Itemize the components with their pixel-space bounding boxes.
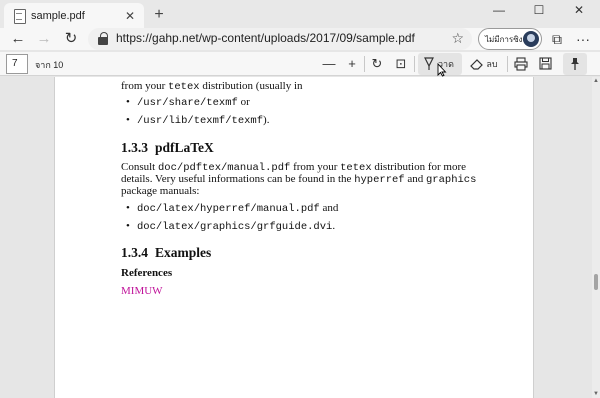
pdf-viewport[interactable]: from your tetex distribution (usually in… (0, 77, 600, 398)
list-item: /usr/share/texmf or (126, 96, 250, 110)
erase-label[interactable]: ลบ (486, 54, 498, 74)
section-title: pdfLaTeX (155, 140, 214, 155)
settings-menu-button[interactable]: ··· (573, 29, 593, 49)
close-window-button[interactable]: ✕ (559, 0, 599, 22)
navigation-bar: ← → ↻ https://gahp.net/wp-content/upload… (0, 28, 600, 50)
lock-icon[interactable] (98, 32, 110, 46)
code-text: /usr/lib/texmf/texmf (137, 115, 264, 127)
avatar (523, 31, 539, 47)
toolbar-divider (507, 56, 508, 72)
url-text[interactable]: https://gahp.net/wp-content/uploads/2017… (116, 31, 415, 45)
mouse-cursor-icon (437, 63, 447, 77)
code-text: graphics (426, 174, 477, 186)
text: from your (121, 80, 169, 92)
text: or (237, 96, 250, 108)
profile-button[interactable]: ไม่มีการซิงค์ (478, 28, 542, 50)
pdf-page: from your tetex distribution (usually in… (54, 77, 534, 398)
tab-strip: sample.pdf ✕ + — ☐ ✕ (0, 0, 600, 28)
list-item: doc/latex/hyperref/manual.pdf and (126, 202, 339, 216)
collections-icon[interactable]: ⧉ (547, 29, 567, 49)
pin-toolbar-button[interactable] (563, 53, 587, 75)
toolbar-divider (414, 56, 415, 72)
references-heading: References (121, 267, 173, 279)
section-number: 1.3.4 (121, 245, 148, 260)
section-heading: 1.3.4 Examples (121, 245, 212, 260)
zoom-in-button[interactable]: + (343, 54, 361, 74)
code-text: tetex (168, 81, 200, 93)
page-total-label: จาก 10 (35, 60, 64, 70)
scroll-up-arrow[interactable]: ▲ (592, 78, 600, 84)
vertical-scrollbar[interactable]: ▲ ▼ (592, 77, 600, 398)
toolbar-divider (364, 56, 365, 72)
scrollbar-thumb[interactable] (594, 274, 598, 290)
page-number-input[interactable]: 7 (6, 54, 28, 74)
text-line: package manuals: (121, 185, 200, 197)
text: . (332, 220, 336, 232)
text: from your (290, 161, 341, 173)
save-icon[interactable] (539, 57, 552, 70)
text: and (319, 202, 339, 214)
text: Consult (121, 161, 158, 173)
minimize-button[interactable]: — (479, 0, 519, 22)
text-line: from your tetex distribution (usually in (121, 80, 303, 94)
pdf-icon (13, 8, 26, 24)
sync-status-label: ไม่มีการซิงค์ (485, 34, 528, 44)
maximize-button[interactable]: ☐ (519, 0, 559, 22)
code-text: hyperref (354, 174, 405, 186)
fit-page-button[interactable]: ⊡ (392, 54, 410, 74)
text: distribution for more (371, 161, 467, 173)
new-tab-button[interactable]: + (150, 6, 168, 24)
code-text: doc/latex/hyperref/manual.pdf (137, 203, 320, 215)
scroll-down-arrow[interactable]: ▼ (592, 391, 600, 397)
print-icon[interactable] (514, 57, 528, 71)
pin-icon (571, 58, 579, 70)
code-text: /usr/share/texmf (137, 97, 238, 109)
section-heading: 1.3.3 pdfLaTeX (121, 140, 214, 155)
refresh-button[interactable]: ↻ (61, 29, 81, 49)
tab-sample-pdf[interactable]: sample.pdf ✕ (4, 3, 144, 28)
text: ). (263, 114, 270, 126)
pdf-toolbar: 7 จาก 10 — + ↻ ⊡ วาด ลบ (0, 52, 600, 76)
code-text: doc/latex/graphics/grfguide.dvi (137, 221, 333, 233)
section-title: Examples (155, 245, 212, 260)
mimuw-link[interactable]: MIMUW (121, 285, 163, 298)
back-button[interactable]: ← (8, 29, 28, 49)
close-tab-icon[interactable]: ✕ (122, 9, 138, 23)
eraser-icon[interactable] (470, 58, 484, 70)
text: distribution (usually in (199, 80, 303, 92)
text: details. Very useful informations can be… (121, 173, 355, 185)
rotate-button[interactable]: ↻ (368, 54, 386, 74)
section-number: 1.3.3 (121, 140, 148, 155)
zoom-out-button[interactable]: — (320, 54, 338, 74)
forward-button[interactable]: → (34, 29, 54, 49)
favorite-star-icon[interactable]: ☆ (451, 30, 464, 47)
pen-icon (424, 57, 434, 70)
address-bar[interactable]: https://gahp.net/wp-content/uploads/2017… (88, 28, 472, 50)
list-item: /usr/lib/texmf/texmf). (126, 114, 270, 128)
list-item: doc/latex/graphics/grfguide.dvi. (126, 220, 336, 234)
tab-title: sample.pdf (31, 9, 85, 22)
text: and (404, 173, 426, 185)
